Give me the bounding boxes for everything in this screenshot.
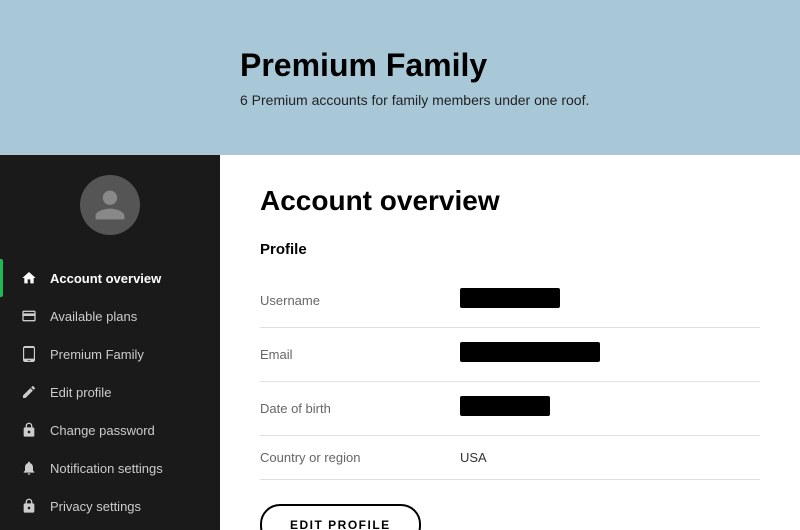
banner-title: Premium Family [240, 47, 770, 84]
profile-row-username: Username [260, 274, 760, 328]
dob-value [460, 396, 760, 421]
sidebar-item-available-plans[interactable]: Available plans [0, 297, 220, 335]
edit-profile-button[interactable]: EDIT PROFILE [260, 504, 421, 530]
card-icon [20, 307, 38, 325]
profile-row-dob: Date of birth [260, 382, 760, 436]
lock2-icon [20, 497, 38, 515]
username-value [460, 288, 760, 313]
main-layout: Account overview Available plans Premium… [0, 155, 800, 530]
sidebar-item-label: Change password [50, 423, 155, 438]
dob-redacted [460, 396, 550, 416]
sidebar-navigation: Account overview Available plans Premium… [0, 259, 220, 525]
sidebar-item-privacy-settings[interactable]: Privacy settings [0, 487, 220, 525]
tablet-icon [20, 345, 38, 363]
sidebar-item-label: Premium Family [50, 347, 144, 362]
country-label: Country or region [260, 450, 460, 465]
sidebar-item-account-overview[interactable]: Account overview [0, 259, 220, 297]
sidebar-item-change-password[interactable]: Change password [0, 411, 220, 449]
email-redacted [460, 342, 600, 362]
sidebar-item-edit-profile[interactable]: Edit profile [0, 373, 220, 411]
sidebar-item-label: Edit profile [50, 385, 111, 400]
home-icon [20, 269, 38, 287]
banner-subtitle: 6 Premium accounts for family members un… [240, 92, 770, 108]
sidebar-item-label: Available plans [50, 309, 137, 324]
banner: Premium Family 6 Premium accounts for fa… [0, 0, 800, 155]
sidebar-item-premium-family[interactable]: Premium Family [0, 335, 220, 373]
sidebar-item-label: Account overview [50, 271, 161, 286]
profile-row-country: Country or region USA [260, 436, 760, 480]
lock-icon [20, 421, 38, 439]
sidebar-item-label: Privacy settings [50, 499, 141, 514]
profile-fields: Username Email Date of birth Country or … [260, 274, 760, 480]
username-label: Username [260, 293, 460, 308]
email-value [460, 342, 760, 367]
country-value: USA [460, 450, 760, 465]
bell-icon [20, 459, 38, 477]
profile-section-title: Profile [260, 241, 760, 258]
username-redacted [460, 288, 560, 308]
user-avatar-icon [92, 187, 128, 223]
avatar [80, 175, 140, 235]
dob-label: Date of birth [260, 401, 460, 416]
content-area: Account overview Profile Username Email … [220, 155, 800, 530]
email-label: Email [260, 347, 460, 362]
page-title: Account overview [260, 185, 760, 217]
pencil-icon [20, 383, 38, 401]
profile-row-email: Email [260, 328, 760, 382]
sidebar: Account overview Available plans Premium… [0, 155, 220, 530]
sidebar-item-label: Notification settings [50, 461, 163, 476]
sidebar-item-notification-settings[interactable]: Notification settings [0, 449, 220, 487]
